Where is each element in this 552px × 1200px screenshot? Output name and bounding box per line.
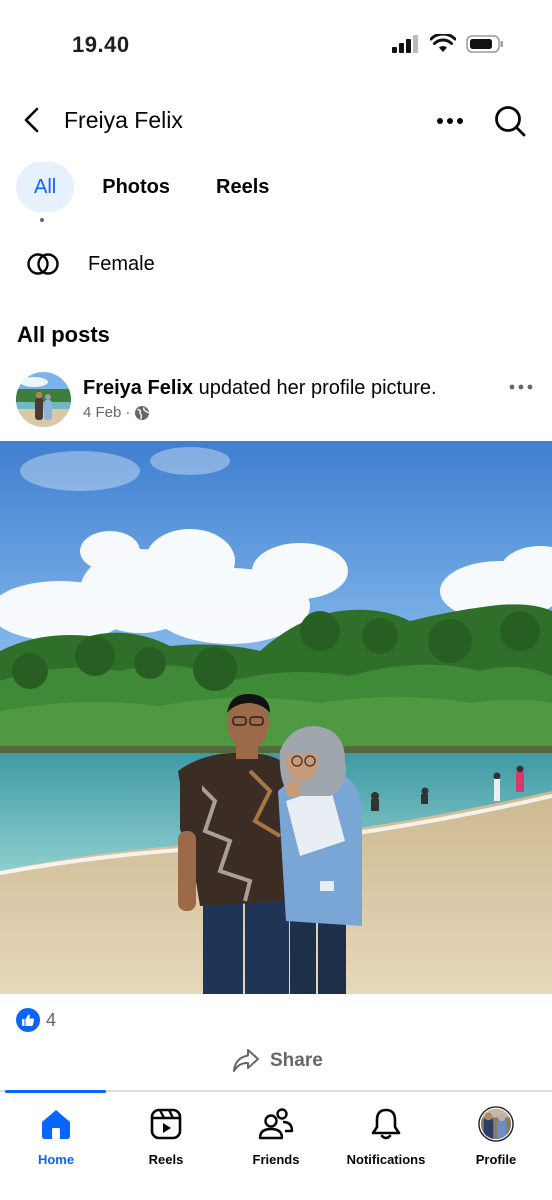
post-options-button[interactable] bbox=[508, 380, 534, 392]
home-icon bbox=[38, 1106, 74, 1142]
chevron-left-icon bbox=[24, 107, 39, 133]
page-title: Freiya Felix bbox=[64, 107, 183, 133]
wifi-icon bbox=[430, 34, 456, 52]
tab-all[interactable]: All bbox=[16, 162, 75, 212]
post-meta: 4 Feb · bbox=[83, 404, 150, 421]
battery-icon bbox=[466, 35, 503, 53]
post-header: Freiya Felix updated her profile picture… bbox=[16, 372, 536, 432]
more-dots-icon bbox=[437, 118, 463, 124]
share-icon bbox=[233, 1049, 259, 1072]
profile-header: Freiya Felix bbox=[0, 95, 552, 147]
share-button[interactable]: Share bbox=[232, 1048, 323, 1074]
globe-icon bbox=[135, 405, 150, 420]
like-reaction-icon bbox=[16, 1008, 40, 1032]
post-author-name[interactable]: Freiya Felix bbox=[83, 377, 193, 399]
profile-avatar bbox=[478, 1106, 514, 1142]
tab-photos[interactable]: Photos bbox=[84, 162, 188, 212]
post-action-text: updated her profile picture. bbox=[198, 377, 437, 399]
all-posts-heading: All posts bbox=[17, 322, 110, 347]
active-tab-indicator bbox=[5, 1090, 106, 1093]
nav-friends-label: Friends bbox=[252, 1152, 300, 1167]
bell-icon bbox=[368, 1106, 404, 1142]
nav-notifications-label: Notifications bbox=[346, 1152, 426, 1167]
reaction-summary[interactable]: 4 bbox=[16, 1008, 56, 1032]
nav-profile-label: Profile bbox=[475, 1152, 517, 1167]
gender-label: Female bbox=[88, 252, 155, 275]
friends-icon bbox=[258, 1106, 294, 1142]
back-button[interactable] bbox=[18, 105, 48, 135]
nav-friends[interactable]: Friends bbox=[221, 1106, 331, 1176]
nav-notifications[interactable]: Notifications bbox=[331, 1106, 441, 1176]
status-time: 19.40 bbox=[72, 32, 130, 57]
status-bar: 19.40 bbox=[0, 0, 552, 90]
nav-home[interactable]: Home bbox=[1, 1106, 111, 1176]
bottom-navigation: Home Reels Friends Notifications Profile bbox=[0, 1090, 552, 1200]
more-options-button[interactable] bbox=[434, 109, 468, 133]
filter-tabs: All Photos Reels bbox=[16, 162, 287, 212]
post-author-avatar[interactable] bbox=[16, 372, 71, 427]
post-date[interactable]: 4 Feb bbox=[83, 404, 121, 421]
meta-separator: · bbox=[125, 404, 131, 421]
reaction-count: 4 bbox=[46, 1009, 57, 1030]
cellular-signal-icon bbox=[392, 35, 418, 53]
gender-icon bbox=[27, 253, 59, 275]
nav-reels-label: Reels bbox=[148, 1152, 184, 1167]
search-icon bbox=[495, 106, 526, 137]
nav-home-label: Home bbox=[37, 1152, 75, 1167]
share-label: Share bbox=[270, 1050, 323, 1071]
tab-reels[interactable]: Reels bbox=[198, 162, 287, 212]
reels-icon bbox=[148, 1106, 184, 1142]
nav-reels[interactable]: Reels bbox=[111, 1106, 221, 1176]
about-gender-row: Female bbox=[26, 252, 155, 276]
post-photo[interactable] bbox=[0, 441, 552, 994]
nav-profile[interactable]: Profile bbox=[441, 1106, 551, 1176]
scrolled-item-fragment bbox=[40, 218, 44, 222]
search-button[interactable] bbox=[492, 103, 528, 139]
post-headline: Freiya Felix updated her profile picture… bbox=[83, 377, 437, 400]
more-dots-icon bbox=[509, 384, 533, 390]
status-icons bbox=[392, 34, 504, 54]
